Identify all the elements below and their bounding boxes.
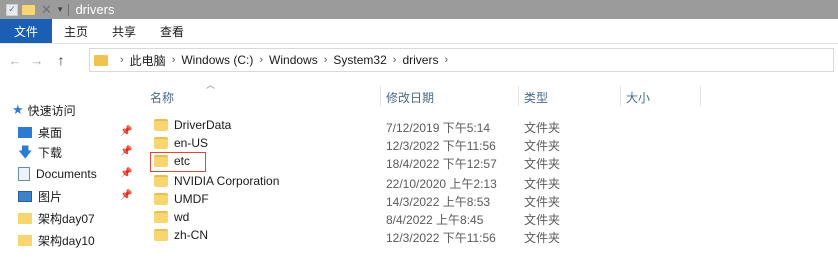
breadcrumb-windows-c[interactable]: Windows (C:) xyxy=(181,53,253,67)
pin-icon[interactable]: 📌 xyxy=(120,168,132,179)
sidebar-item-label: 架构day10 xyxy=(38,233,95,248)
file-list: ︿ 名称 修改日期 类型 大小 DriverData 7/12/2019 下午5… xyxy=(144,76,838,267)
file-name: en-US xyxy=(174,136,209,150)
column-name-header[interactable]: 名称 xyxy=(150,89,174,106)
sidebar-item-pictures[interactable]: 图片 xyxy=(18,186,62,206)
tab-file[interactable]: 文件 xyxy=(0,19,53,43)
column-size-header[interactable]: 大小 xyxy=(626,89,650,106)
breadcrumb-windows[interactable]: Windows xyxy=(269,53,318,67)
navigation-bar: ← → ↑ › 此电脑 › Windows (C:) › Windows › S… xyxy=(0,44,838,76)
documents-icon xyxy=(18,167,30,181)
customize-dropdown-icon[interactable]: ▾ xyxy=(58,4,63,15)
properties-checkbox-icon[interactable]: ✓ xyxy=(6,3,18,16)
column-divider[interactable] xyxy=(700,86,701,106)
delete-icon[interactable]: ✕ xyxy=(41,2,52,18)
sidebar-item-quick-access[interactable]: ★ 快速访问 xyxy=(12,100,76,120)
file-name: wd xyxy=(174,210,190,224)
list-item[interactable]: zh-CN 12/3/2022 下午11:56 文件夹 xyxy=(144,226,704,245)
sort-ascending-icon: ︿ xyxy=(206,80,216,90)
column-header: ︿ 名称 修改日期 类型 大小 xyxy=(144,76,704,118)
sidebar-item-label: 下载 xyxy=(38,145,63,160)
sidebar-item-label: Documents xyxy=(36,167,97,181)
folder-icon xyxy=(154,119,168,131)
address-bar[interactable]: › 此电脑 › Windows (C:) › Windows › System3… xyxy=(89,48,834,72)
file-name: DriverData xyxy=(174,118,232,132)
navigation-pane: ★ 快速访问 桌面 📌 🡇 下载 📌 Documents 📌 图片 📌 架构da… xyxy=(0,76,136,267)
list-item[interactable]: en-US 12/3/2022 下午11:56 文件夹 xyxy=(144,134,704,153)
folder-icon xyxy=(94,54,108,66)
new-folder-icon[interactable] xyxy=(22,4,35,15)
file-name: NVIDIA Corporation xyxy=(174,174,280,188)
sidebar-item-label: 图片 xyxy=(38,189,63,204)
folder-icon xyxy=(154,229,168,241)
sidebar-item-desktop[interactable]: 桌面 xyxy=(18,122,62,142)
sidebar-item-day07[interactable]: 架构day07 xyxy=(18,208,95,228)
folder-icon xyxy=(154,155,168,167)
window-title: drivers xyxy=(75,2,115,17)
tab-view[interactable]: 查看 xyxy=(148,19,196,43)
breadcrumb-this-pc[interactable]: 此电脑 xyxy=(130,52,166,69)
sidebar-item-documents[interactable]: Documents xyxy=(18,164,97,184)
sidebar-item-label: 快速访问 xyxy=(27,103,76,118)
ribbon-tabs: 文件 主页 共享 查看 xyxy=(0,19,838,44)
column-divider[interactable] xyxy=(380,86,381,106)
breadcrumb-separator: › xyxy=(120,54,124,66)
list-item[interactable]: etc 18/4/2022 下午12:57 文件夹 xyxy=(144,152,704,172)
list-item[interactable]: UMDF 14/3/2022 上午8:53 文件夹 xyxy=(144,190,704,209)
breadcrumb-separator[interactable]: › xyxy=(172,54,176,66)
folder-icon xyxy=(154,193,168,205)
list-item[interactable]: NVIDIA Corporation 22/10/2020 上午2:13 文件夹 xyxy=(144,172,704,191)
pin-icon[interactable]: 📌 xyxy=(120,146,132,157)
pin-icon[interactable]: 📌 xyxy=(120,190,132,201)
file-name: zh-CN xyxy=(174,228,209,242)
toolbar-divider xyxy=(68,3,70,16)
column-divider[interactable] xyxy=(518,86,519,106)
sidebar-item-downloads[interactable]: 🡇 下载 xyxy=(18,142,62,162)
pin-icon[interactable]: 📌 xyxy=(120,126,132,137)
tab-share[interactable]: 共享 xyxy=(100,19,148,43)
file-modified: 18/4/2022 下午12:57 xyxy=(386,157,497,171)
list-item[interactable]: wd 8/4/2022 上午8:45 文件夹 xyxy=(144,208,704,227)
download-icon: 🡇 xyxy=(18,144,33,160)
back-arrow-icon[interactable]: ← xyxy=(6,53,24,68)
breadcrumb-system32[interactable]: System32 xyxy=(333,53,386,67)
column-divider[interactable] xyxy=(620,86,621,106)
folder-icon xyxy=(154,137,168,149)
file-modified: 12/3/2022 下午11:56 xyxy=(386,231,496,245)
column-modified-header[interactable]: 修改日期 xyxy=(386,89,434,106)
folder-icon xyxy=(154,175,168,187)
folder-icon xyxy=(154,211,168,223)
sidebar-item-day10[interactable]: 架构day10 xyxy=(18,230,95,250)
list-item[interactable]: DriverData 7/12/2019 下午5:14 文件夹 xyxy=(144,116,704,135)
sidebar-item-label: 桌面 xyxy=(38,125,63,140)
file-name: etc xyxy=(174,154,191,168)
breadcrumb-separator[interactable]: › xyxy=(259,54,263,66)
breadcrumb-drivers[interactable]: drivers xyxy=(402,53,438,67)
breadcrumb-separator[interactable]: › xyxy=(393,54,397,66)
breadcrumb-separator[interactable]: › xyxy=(444,54,448,66)
desktop-icon xyxy=(18,126,32,138)
pictures-icon xyxy=(18,190,32,202)
file-type: 文件夹 xyxy=(524,231,561,245)
forward-arrow-icon[interactable]: → xyxy=(28,53,46,68)
tab-home[interactable]: 主页 xyxy=(52,19,100,43)
up-arrow-icon[interactable]: ↑ xyxy=(52,52,70,68)
star-icon: ★ xyxy=(12,102,24,117)
quick-access-toolbar: ✓ ✕ ▾ xyxy=(0,0,75,19)
folder-icon xyxy=(18,212,32,224)
file-name: UMDF xyxy=(174,192,209,206)
file-type: 文件夹 xyxy=(524,157,561,171)
breadcrumb-separator[interactable]: › xyxy=(324,54,328,66)
title-bar: ✓ ✕ ▾ drivers xyxy=(0,0,838,19)
column-type-header[interactable]: 类型 xyxy=(524,89,548,106)
folder-icon xyxy=(18,234,32,246)
sidebar-item-label: 架构day07 xyxy=(38,211,95,226)
